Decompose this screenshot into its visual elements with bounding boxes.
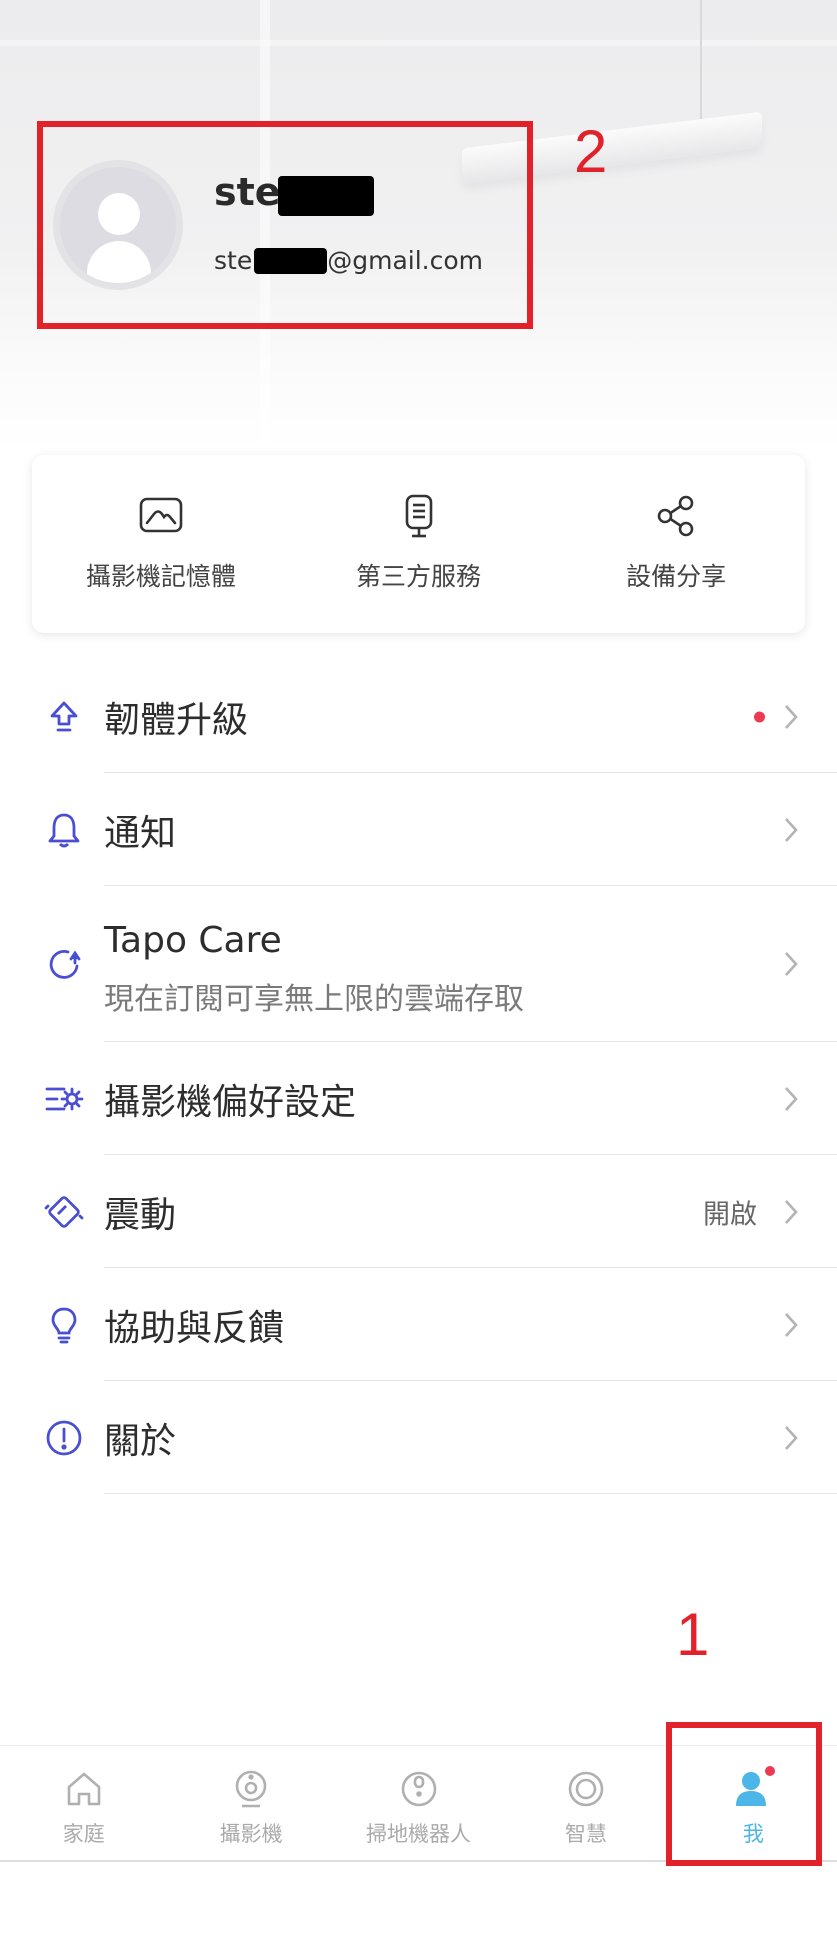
share-icon [657, 495, 694, 537]
menu-item-tapo-care[interactable]: Tapo Care 現在訂閱可享無上限的雲端存取 [0, 886, 837, 1042]
menu-item-label: 通知 [104, 812, 177, 854]
annotation-label-1: 1 [676, 1601, 710, 1668]
camera-storage-button[interactable]: 攝影機記憶體 [32, 455, 290, 633]
chevron-right-icon [785, 1086, 798, 1111]
info-icon [46, 1420, 82, 1455]
chevron-right-icon [785, 1425, 798, 1450]
bell-icon [48, 813, 80, 847]
menu-item-label: 攝影機偏好設定 [104, 1081, 357, 1123]
menu-item-camera-preferences[interactable]: 攝影機偏好設定 [0, 1042, 837, 1155]
update-badge [754, 711, 765, 722]
chevron-right-icon [785, 1312, 798, 1337]
annotation-box-2 [37, 121, 533, 329]
menu-item-label: Tapo Care [104, 920, 282, 961]
menu-item-firmware-upgrade[interactable]: 韌體升級 [0, 660, 837, 773]
chevron-right-icon [785, 952, 798, 976]
cloud-refresh-icon [49, 950, 81, 979]
photo-storage-icon [139, 497, 183, 533]
camera-icon [235, 1770, 267, 1808]
menu-item-label: 關於 [104, 1420, 177, 1462]
menu-item-notifications[interactable]: 通知 [0, 773, 837, 886]
nav-tab-home[interactable]: 家庭 [0, 1746, 167, 1860]
quick-actions-card: 攝影機記憶體 第三方服務 設備分享 [32, 455, 805, 633]
vibration-icon [44, 1195, 84, 1228]
menu-item-subtitle: 現在訂閱可享無上限的雲端存取 [104, 982, 524, 1017]
menu-item-label: 協助與反饋 [104, 1307, 285, 1349]
nav-tab-robot-vacuum[interactable]: 掃地機器人 [335, 1746, 502, 1860]
nav-tab-camera[interactable]: 攝影機 [167, 1746, 334, 1860]
menu-item-vibration[interactable]: 震動 開啟 [0, 1155, 837, 1268]
smart-speaker-icon [405, 494, 432, 538]
upgrade-arrow-icon [50, 701, 78, 731]
settings-menu: 韌體升級 通知 Tapo Care 現在訂閱可享無上限的雲端存取 攝影機偏好設定… [0, 660, 837, 1494]
vibration-status-value: 開啟 [703, 1199, 757, 1230]
device-sharing-button[interactable]: 設備分享 [547, 455, 805, 633]
chevron-right-icon [785, 817, 798, 842]
home-icon [67, 1772, 101, 1806]
smart-icon [568, 1771, 604, 1807]
annotation-box-1 [666, 1722, 822, 1866]
robot-vacuum-icon [401, 1771, 436, 1807]
menu-item-label: 韌體升級 [104, 699, 249, 741]
third-party-services-button[interactable]: 第三方服務 [290, 455, 548, 633]
annotation-label-2: 2 [574, 118, 608, 185]
nav-tab-smart[interactable]: 智慧 [502, 1746, 669, 1860]
lightbulb-icon [51, 1307, 77, 1343]
chevron-right-icon [785, 704, 798, 729]
settings-list-icon [45, 1087, 84, 1110]
menu-item-help-feedback[interactable]: 協助與反饋 [0, 1268, 837, 1381]
chevron-right-icon [785, 1199, 798, 1224]
menu-item-label: 震動 [104, 1194, 177, 1236]
menu-item-about[interactable]: 關於 [0, 1381, 837, 1494]
